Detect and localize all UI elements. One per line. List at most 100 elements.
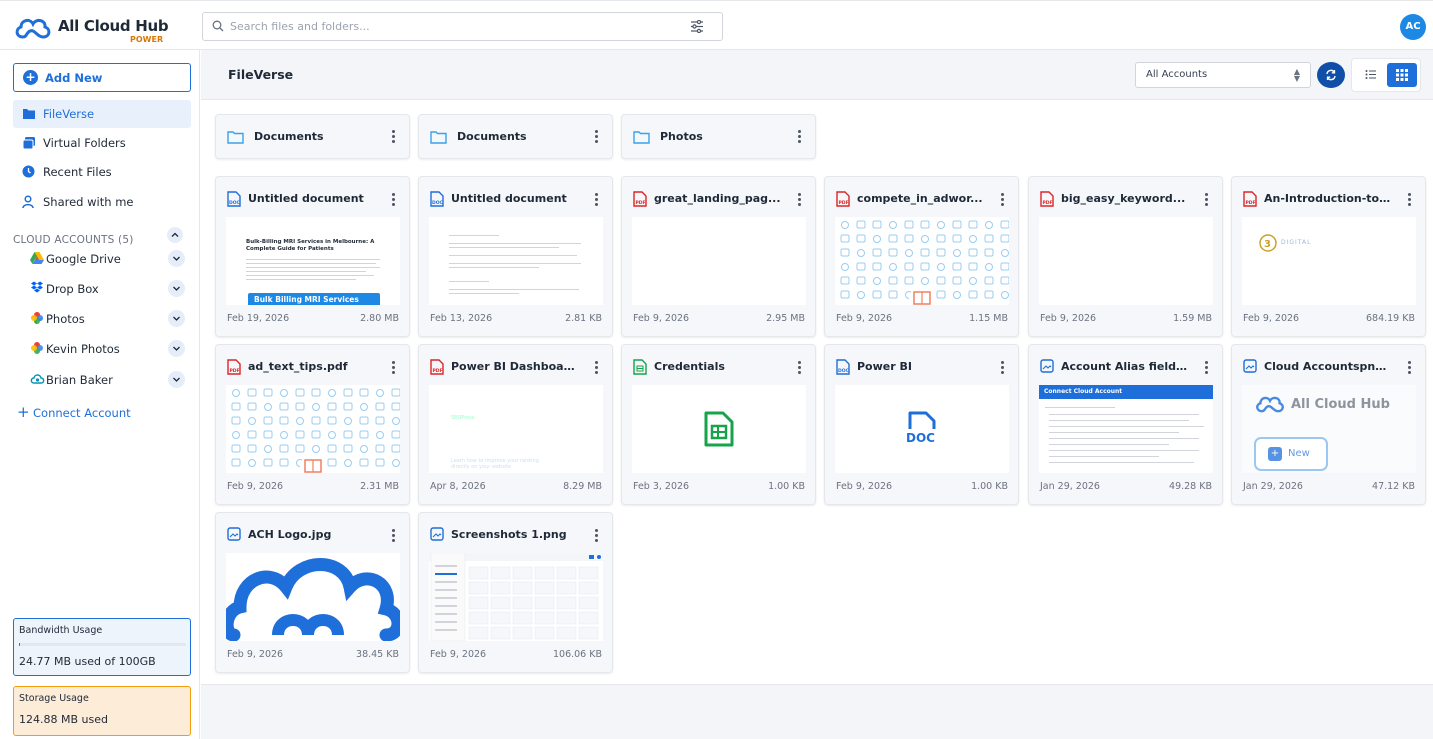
file-thumbnail: Bulk-Billing MRI Services in Melbourne: … (226, 217, 400, 305)
file-card[interactable]: Screenshots 1.png Feb 9, 2026 106.06 KB (418, 512, 613, 673)
thumb-text: with On-Page SEO (451, 447, 528, 456)
more-options-icon[interactable] (590, 359, 602, 375)
chevron-down-icon[interactable] (168, 340, 185, 357)
more-options-icon[interactable] (1200, 191, 1212, 207)
add-new-button[interactable]: + Add New (13, 63, 191, 92)
folder-name: Photos (660, 130, 703, 143)
file-thumbnail: All Cloud Hub + New (1242, 385, 1416, 473)
file-card[interactable]: PDF compete_in_adwor... Feb 9, 2026 1.15… (824, 176, 1019, 337)
account-google-drive[interactable]: Google Drive (22, 247, 191, 271)
image-file-icon (1243, 359, 1257, 373)
sidebar-item-fileverse[interactable]: FileVerse (13, 100, 191, 128)
more-options-icon[interactable] (1403, 191, 1415, 207)
file-card[interactable]: Account Alias field ... Connect Cloud Ac… (1028, 344, 1223, 505)
file-name: compete_in_adwor... (857, 192, 983, 205)
file-date: Feb 9, 2026 (633, 313, 690, 324)
file-card[interactable]: PDF great_landing_pag... How to Make Gre… (621, 176, 816, 337)
bandwidth-progress-fill (19, 643, 20, 646)
refresh-button[interactable] (1317, 62, 1345, 88)
doc-file-icon: DOC (227, 191, 241, 207)
file-thumbnail: Connect Cloud Account (1039, 385, 1213, 473)
file-name: Untitled document (248, 192, 364, 205)
google-drive-icon (30, 252, 44, 264)
file-card[interactable]: Credentials Feb 3, 2026 1.00 KB (621, 344, 816, 505)
cloud-accounts-header[interactable]: CLOUD ACCOUNTS (5) (13, 227, 191, 246)
file-size: 2.31 MB (360, 481, 399, 492)
list-view-button[interactable] (1356, 63, 1386, 87)
file-card[interactable]: PDF ad_text_tips.pdf Feb 9, 2026 2.31 MB (215, 344, 410, 505)
chevron-down-icon[interactable] (168, 310, 185, 327)
logo-text: All Cloud Hub (58, 17, 169, 35)
file-card[interactable]: Cloud Accountspng... All Cloud Hub + New… (1231, 344, 1426, 505)
account-photos[interactable]: Photos (22, 307, 191, 331)
file-thumbnail: SEOPress Improve your rankings with On-P… (429, 385, 603, 473)
more-options-icon[interactable] (387, 191, 399, 207)
chevron-up-icon[interactable] (167, 227, 183, 243)
pattern-graphic (840, 220, 1009, 305)
file-name: ACH Logo.jpg (248, 528, 332, 541)
folder-card[interactable]: Documents (418, 114, 613, 159)
file-name: Power BI Dashboard.... (451, 360, 579, 373)
top-bar: All Cloud Hub POWER AC (0, 0, 1433, 50)
file-size: 106.06 KB (552, 649, 602, 660)
file-card[interactable]: ACH Logo.jpg Feb 9, 2026 38.45 KB (215, 512, 410, 673)
account-drop-box[interactable]: Drop Box (22, 277, 191, 301)
more-options-icon[interactable] (387, 128, 399, 144)
chevron-down-icon[interactable] (168, 280, 185, 297)
more-options-icon[interactable] (590, 128, 602, 144)
more-options-icon[interactable] (590, 527, 602, 543)
clock-icon (22, 165, 35, 178)
file-thumbnail: 3 DIGITAL An Introduction to Alpha Beta … (1242, 217, 1416, 305)
folder-card[interactable]: Documents (215, 114, 410, 159)
account-filter-select[interactable]: All Accounts ▲ ▼ (1135, 62, 1311, 88)
file-card[interactable]: PDF An-Introduction-to-... 3 DIGITAL An … (1231, 176, 1426, 337)
search-bar[interactable] (202, 12, 723, 41)
svg-text:PDF: PDF (1246, 200, 1256, 206)
folder-outline-icon (633, 131, 650, 144)
user-avatar[interactable]: AC (1400, 14, 1426, 40)
more-options-icon[interactable] (590, 191, 602, 207)
thumb-text: SEOPress (451, 415, 475, 421)
file-card[interactable]: DOC Power BI DOC Feb 9, 2026 1.00 KB (824, 344, 1019, 505)
stack-icon (22, 137, 35, 150)
file-thumbnail (226, 553, 400, 641)
more-options-icon[interactable] (1200, 359, 1212, 375)
more-options-icon[interactable] (387, 527, 399, 543)
chevron-down-icon[interactable] (168, 250, 185, 267)
svg-text:PDF: PDF (433, 368, 443, 374)
more-options-icon[interactable] (1403, 359, 1415, 375)
cloud-logo-icon (15, 18, 51, 39)
doc-file-icon: DOC (836, 359, 850, 375)
more-options-icon[interactable] (793, 128, 805, 144)
sidebar-item-shared[interactable]: Shared with me (13, 188, 191, 216)
more-options-icon[interactable] (793, 359, 805, 375)
thumb-text: (With Crazy High Conversions) (652, 289, 775, 298)
sidebar-item-virtual-folders[interactable]: Virtual Folders (13, 129, 191, 157)
file-size: 2.95 MB (766, 313, 805, 324)
filter-sliders-icon[interactable] (690, 20, 704, 33)
spreadsheet-large-icon (704, 411, 734, 447)
file-card[interactable]: PDF big_easy_keyword... The Big, Easy Gu… (1028, 176, 1223, 337)
pdf-file-icon: PDF (836, 191, 850, 207)
file-card[interactable]: DOC Untitled document Feb 13, 2026 2.81 … (418, 176, 613, 337)
account-brian-baker[interactable]: Brian Baker (22, 368, 191, 392)
file-card[interactable]: DOC Untitled document Bulk-Billing MRI S… (215, 176, 410, 337)
more-options-icon[interactable] (793, 191, 805, 207)
grid-view-button[interactable] (1387, 63, 1417, 87)
account-kevin-photos[interactable]: Kevin Photos (22, 337, 191, 361)
search-input[interactable] (230, 13, 670, 40)
sidebar-item-recent-files[interactable]: Recent Files (13, 158, 191, 186)
file-size: 1.15 MB (969, 313, 1008, 324)
more-options-icon[interactable] (996, 191, 1008, 207)
connect-account-link[interactable]: + Connect Account (17, 403, 187, 423)
chevron-down-icon[interactable] (168, 371, 185, 388)
file-card[interactable]: PDF Power BI Dashboard.... SEOPress Impr… (418, 344, 613, 505)
app-logo[interactable]: All Cloud Hub POWER (13, 13, 173, 47)
folder-card[interactable]: Photos (621, 114, 816, 159)
more-options-icon[interactable] (996, 359, 1008, 375)
more-options-icon[interactable] (387, 359, 399, 375)
thumb-text: Make Great (652, 252, 750, 270)
file-size: 1.00 KB (768, 481, 805, 492)
folder-outline-icon (430, 131, 447, 144)
account-label: Brian Baker (46, 373, 113, 387)
